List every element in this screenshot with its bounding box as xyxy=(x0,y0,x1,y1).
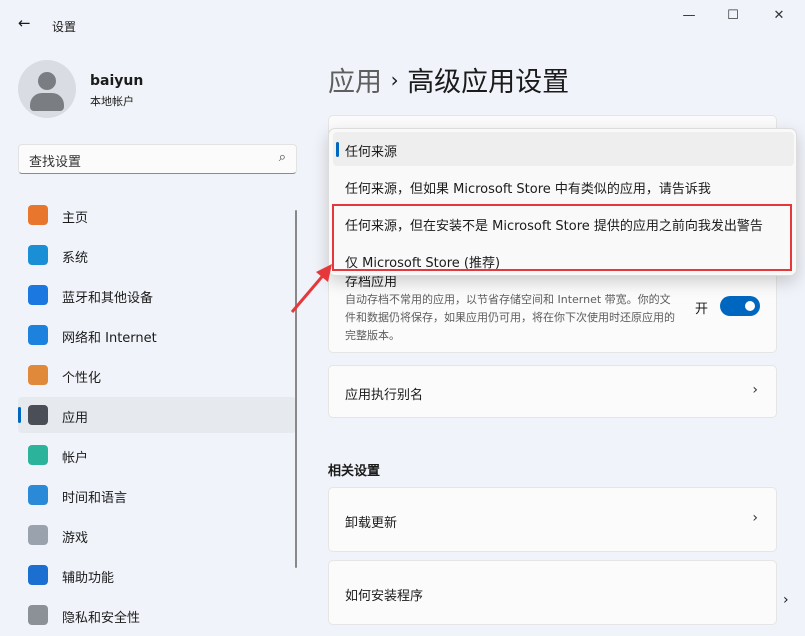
search-input[interactable]: 查找设置 ⌕ xyxy=(18,144,297,174)
uninstall-updates-card[interactable]: 卸载更新 › xyxy=(328,487,777,552)
toggle-state: 开 xyxy=(695,302,709,317)
sidebar-item-label: 帐户 xyxy=(62,451,89,466)
minimize-button[interactable]: — xyxy=(674,8,704,30)
nav-icon xyxy=(28,405,48,425)
nav-icon xyxy=(28,365,48,385)
dropdown-option[interactable]: 任何来源 xyxy=(333,132,794,166)
close-button[interactable]: ✕ xyxy=(764,8,794,30)
chevron-right-icon: › xyxy=(752,510,758,526)
sidebar-item[interactable]: 网络和 Internet xyxy=(18,317,296,353)
sidebar-item[interactable]: 辅助功能 xyxy=(18,557,296,593)
avatar[interactable] xyxy=(18,60,76,118)
dropdown-option[interactable]: 任何来源，但如果 Microsoft Store 中有类似的应用，请告诉我 xyxy=(333,169,794,203)
nav-icon xyxy=(28,205,48,225)
sidebar-item-label: 隐私和安全性 xyxy=(62,611,141,626)
nav-icon xyxy=(28,325,48,345)
option-label: 任何来源，但如果 Microsoft Store 中有类似的应用，请告诉我 xyxy=(345,182,711,197)
breadcrumb-parent[interactable]: 应用 xyxy=(328,67,382,98)
sidebar-item-label: 系统 xyxy=(62,251,89,266)
app-alias-label: 应用执行别名 xyxy=(345,388,424,403)
archive-toggle[interactable] xyxy=(720,296,760,316)
nav-icon xyxy=(28,565,48,585)
sidebar-item[interactable]: 系统 xyxy=(18,237,296,273)
related-settings-heading: 相关设置 xyxy=(328,464,381,479)
how-install-card[interactable]: 如何安装程序 xyxy=(328,560,777,625)
back-button[interactable]: ← xyxy=(18,14,31,32)
nav-icon xyxy=(28,485,48,505)
sidebar-item[interactable]: 游戏 xyxy=(18,517,296,553)
selection-indicator xyxy=(18,407,21,423)
sidebar-item[interactable]: 主页 xyxy=(18,197,296,233)
sidebar-item[interactable]: 隐私和安全性 xyxy=(18,597,296,633)
sidebar-item-label: 时间和语言 xyxy=(62,491,128,506)
archive-description: 自动存档不常用的应用，以节省存储空间和 Internet 带宽。你的文件和数据仍… xyxy=(345,293,675,342)
nav-icon xyxy=(28,285,48,305)
sidebar-item[interactable]: 蓝牙和其他设备 xyxy=(18,277,296,313)
sidebar-item[interactable]: 时间和语言 xyxy=(18,477,296,513)
sidebar-item-label: 蓝牙和其他设备 xyxy=(62,291,154,306)
breadcrumb: 应用 › 高级应用设置 xyxy=(328,60,569,99)
nav-icon xyxy=(28,245,48,265)
window-title: 设置 xyxy=(52,20,77,34)
page-title: 高级应用设置 xyxy=(407,67,570,98)
chevron-right-icon: › xyxy=(783,592,789,608)
nav-icon xyxy=(28,445,48,465)
annotation-arrow-icon xyxy=(290,264,332,313)
sidebar-item[interactable]: 应用 xyxy=(18,397,296,433)
sidebar-item-label: 网络和 Internet xyxy=(62,331,157,346)
nav-icon xyxy=(28,605,48,625)
search-icon: ⌕ xyxy=(278,150,286,165)
chevron-right-icon: › xyxy=(752,382,758,398)
uninstall-updates-label: 卸载更新 xyxy=(345,516,398,531)
sidebar-item-label: 辅助功能 xyxy=(62,571,115,586)
maximize-button[interactable]: ☐ xyxy=(718,8,748,30)
sidebar-item[interactable]: 帐户 xyxy=(18,437,296,473)
search-placeholder: 查找设置 xyxy=(29,155,82,170)
nav-icon xyxy=(28,525,48,545)
sidebar-item-label: 个性化 xyxy=(62,371,102,386)
option-label: 任何来源 xyxy=(345,145,398,160)
sidebar-item[interactable]: 个性化 xyxy=(18,357,296,393)
sidebar-item-label: 游戏 xyxy=(62,531,89,546)
highlight-box xyxy=(332,204,792,271)
breadcrumb-separator: › xyxy=(390,68,399,92)
sidebar-item-label: 应用 xyxy=(62,411,89,426)
user-name: baiyun xyxy=(90,73,144,89)
sidebar-item-label: 主页 xyxy=(62,211,89,226)
account-type: 本地帐户 xyxy=(90,95,134,108)
app-alias-card[interactable]: 应用执行别名 › xyxy=(328,365,777,418)
how-install-label: 如何安装程序 xyxy=(345,589,424,604)
